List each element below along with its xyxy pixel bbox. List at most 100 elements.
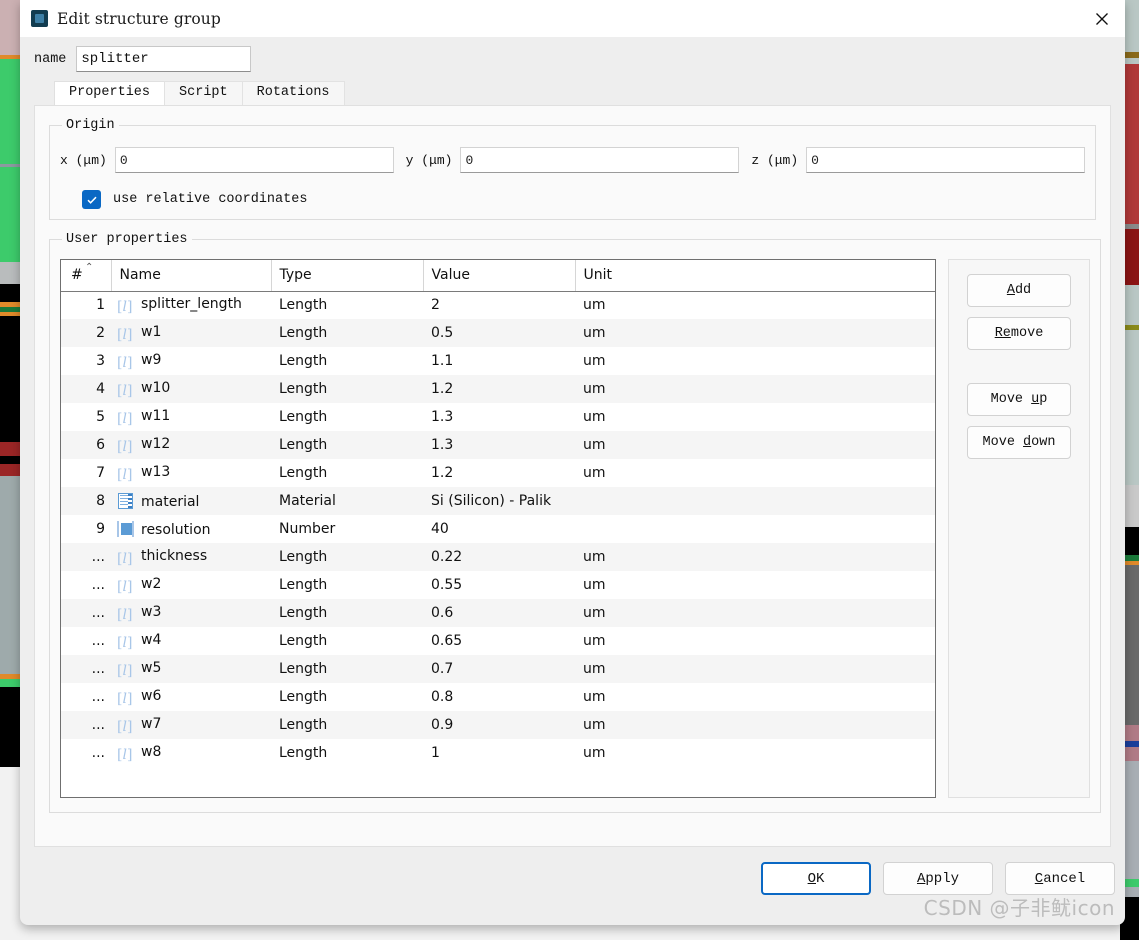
cell-unit: um <box>583 297 606 314</box>
tab-script[interactable]: Script <box>164 81 243 105</box>
background-band <box>0 167 20 262</box>
table-row[interactable]: ... [l] w6 Length 0.8 um <box>61 683 935 711</box>
length-icon: [l] <box>117 438 133 455</box>
title-bar: Edit structure group <box>20 0 1125 37</box>
origin-z: z (μm) <box>751 147 1086 173</box>
cell-num: 4 <box>96 381 105 397</box>
cell-name: [l] w10 <box>111 375 271 403</box>
origin-y-input[interactable] <box>460 147 740 173</box>
cell-name-text: w13 <box>141 463 171 480</box>
table-header-row: # ⌃ Name Type Value Unit <box>61 260 935 292</box>
origin-z-input[interactable] <box>806 147 1086 173</box>
cell-value: 0.22 <box>431 549 463 565</box>
column-header-value[interactable]: Value <box>423 260 576 292</box>
cell-type: Material <box>279 493 336 509</box>
cell-name: [l] w7 <box>111 711 271 739</box>
cell-name: [l] w8 <box>111 739 271 767</box>
cell-unit: um <box>583 745 606 761</box>
add-button[interactable]: Add <box>967 274 1071 307</box>
cell-name: [l] w5 <box>111 655 271 683</box>
cell-type: Length <box>279 549 328 565</box>
column-header-name[interactable]: Name <box>111 260 272 292</box>
ok-button[interactable]: OK <box>761 862 871 895</box>
table-row[interactable]: 6 [l] w12 Length 1.3 um <box>61 431 935 459</box>
user-properties-table-wrap[interactable]: # ⌃ Name Type Value Unit 1 [l] splitter_le… <box>60 259 936 798</box>
table-row[interactable]: ... [l] w8 Length 1 um <box>61 739 935 767</box>
cell-name-text: w6 <box>141 687 162 704</box>
origin-x-input[interactable] <box>114 147 394 173</box>
use-relative-coordinates-checkbox[interactable] <box>82 190 101 209</box>
column-header-type[interactable]: Type <box>271 260 424 292</box>
move-up-button[interactable]: Move up <box>967 383 1071 416</box>
cell-name: material <box>111 487 271 515</box>
length-icon: [l] <box>117 606 133 623</box>
table-row[interactable]: ... [l] w3 Length 0.6 um <box>61 599 935 627</box>
tab-rotations[interactable]: Rotations <box>241 81 345 105</box>
cell-name: [l] w13 <box>111 459 271 487</box>
cell-unit: um <box>583 689 606 705</box>
cell-unit: um <box>583 381 606 397</box>
use-relative-coordinates-label: use relative coordinates <box>113 192 308 207</box>
cell-value: 1 <box>431 745 440 761</box>
origin-legend: Origin <box>66 118 115 133</box>
material-icon <box>117 492 135 509</box>
column-header-num-label: # <box>71 267 83 284</box>
length-icon: [l] <box>117 550 133 567</box>
cell-name-text: w2 <box>141 575 162 592</box>
cell-value: 40 <box>431 521 449 537</box>
background-band <box>0 316 20 442</box>
move-down-button[interactable]: Move down <box>967 426 1071 459</box>
table-row[interactable]: ... [l] w5 Length 0.7 um <box>61 655 935 683</box>
table-action-buttons: Add Remove Move up Move down <box>948 259 1090 798</box>
remove-button[interactable]: Remove <box>967 317 1071 350</box>
table-row[interactable]: 7 [l] w13 Length 1.2 um <box>61 459 935 487</box>
cell-type: Length <box>279 297 328 314</box>
cell-type: Length <box>279 745 328 761</box>
cell-name-text: w5 <box>141 659 162 676</box>
length-icon: [l] <box>117 466 133 483</box>
cell-num: ... <box>91 549 105 565</box>
table-row[interactable]: 8 material Material Si (Silicon) - Palik <box>61 487 935 515</box>
tab-properties[interactable]: Properties <box>54 81 166 105</box>
cell-unit: um <box>583 549 606 565</box>
cell-value: 0.5 <box>431 325 454 341</box>
properties-tab-panel: Origin x (μm) y (μm) z (μm) <box>34 105 1111 847</box>
cell-value: 1.3 <box>431 409 454 425</box>
cell-unit: um <box>583 325 606 341</box>
cell-name: [l] w6 <box>111 683 271 711</box>
column-header-unit[interactable]: Unit <box>575 260 935 292</box>
length-icon: [l] <box>117 662 133 679</box>
table-row[interactable]: ... [l] w4 Length 0.65 um <box>61 627 935 655</box>
cell-num: 6 <box>96 437 105 453</box>
close-icon[interactable] <box>1079 0 1125 37</box>
length-icon: [l] <box>117 326 133 343</box>
cell-name: [l] splitter_length <box>111 291 271 319</box>
column-header-num[interactable]: # ⌃ <box>61 260 112 292</box>
table-row[interactable]: ... [l] w7 Length 0.9 um <box>61 711 935 739</box>
name-label: name <box>34 51 67 67</box>
table-row[interactable]: 2 [l] w1 Length 0.5 um <box>61 319 935 347</box>
cell-name: [l] w9 <box>111 347 271 375</box>
cell-unit: um <box>583 633 606 649</box>
name-input[interactable] <box>76 46 252 72</box>
table-row[interactable]: 5 [l] w11 Length 1.3 um <box>61 403 935 431</box>
table-row[interactable]: 1 [l] splitter_length Length 2 um <box>61 291 935 319</box>
cell-name-text: w12 <box>141 435 171 452</box>
table-row[interactable]: 9 resolution Number 40 <box>61 515 935 543</box>
cell-type: Length <box>279 605 328 621</box>
cell-name-text: w3 <box>141 603 162 620</box>
table-row[interactable]: 4 [l] w10 Length 1.2 um <box>61 375 935 403</box>
cell-num: ... <box>91 689 105 705</box>
cell-value: 2 <box>431 297 440 314</box>
cell-value: 0.6 <box>431 605 454 621</box>
cancel-button[interactable]: Cancel <box>1005 862 1115 895</box>
background-strip-left <box>0 0 20 940</box>
use-relative-coordinates-row[interactable]: use relative coordinates <box>82 190 1085 209</box>
apply-button[interactable]: Apply <box>883 862 993 895</box>
table-row[interactable]: ... [l] w2 Length 0.55 um <box>61 571 935 599</box>
table-row[interactable]: 3 [l] w9 Length 1.1 um <box>61 347 935 375</box>
cell-type: Length <box>279 437 328 453</box>
length-icon: [l] <box>117 382 133 399</box>
cell-unit: um <box>583 577 606 593</box>
table-row[interactable]: ... [l] thickness Length 0.22 um <box>61 543 935 571</box>
